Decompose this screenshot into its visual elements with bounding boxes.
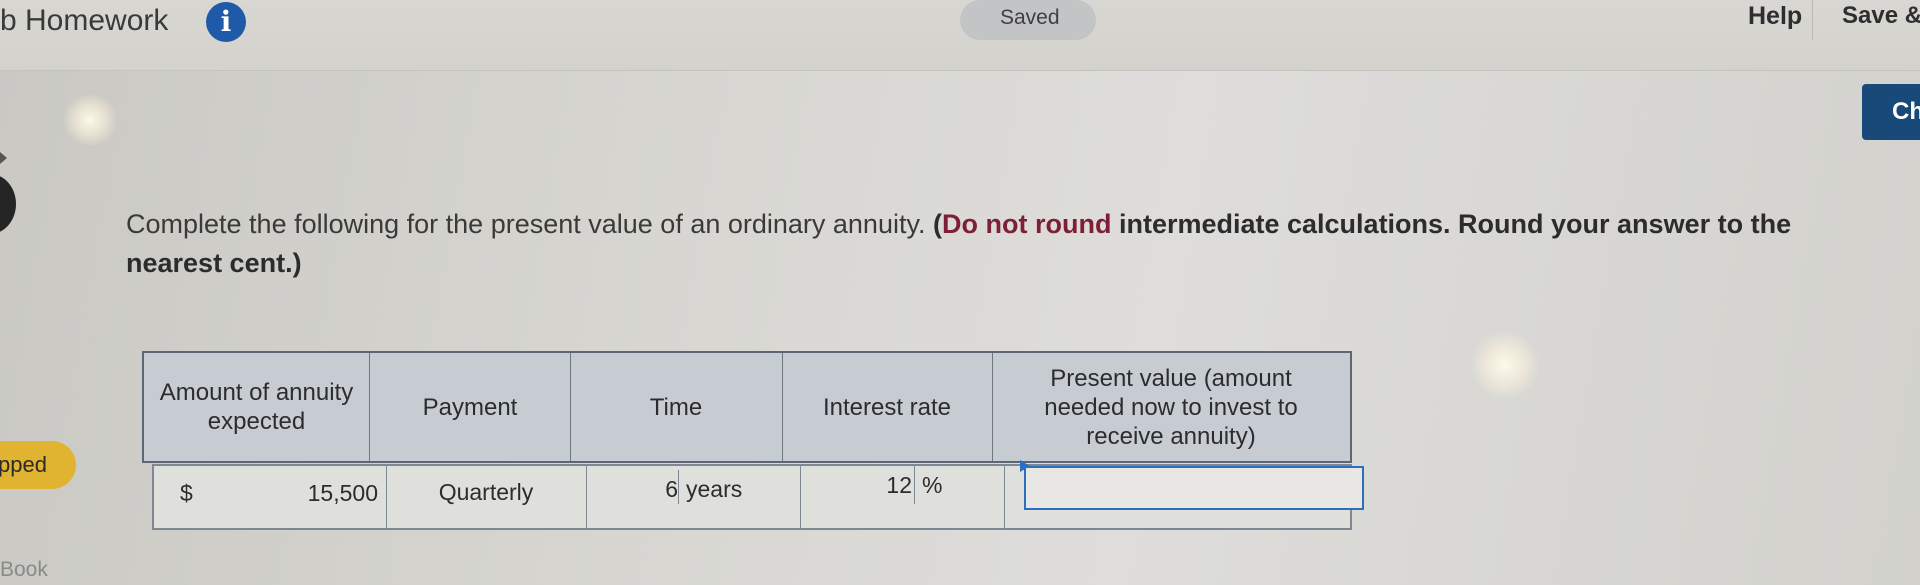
payment-value: Quarterly — [438, 479, 534, 505]
payment-cell: Quarterly — [386, 466, 587, 528]
header-payment: Payment — [370, 353, 571, 461]
info-icon[interactable]: i — [206, 2, 246, 42]
table-row: $ 15,500 Quarterly 6 years 12 % — [152, 460, 1364, 530]
time-unit: years — [686, 476, 743, 502]
question-text: Complete the following for the present v… — [126, 205, 1886, 283]
ebook-link[interactable]: Book — [0, 558, 48, 582]
currency-symbol: $ — [180, 480, 193, 506]
instruction-do-not-round: Do not round — [941, 209, 1112, 239]
header-present-value: Present value (amount needed now to inve… — [1044, 364, 1298, 450]
help-button[interactable]: Help — [1748, 2, 1802, 31]
screen-glare — [1470, 330, 1540, 400]
present-value-input[interactable] — [1024, 466, 1364, 510]
saved-status-badge: Saved — [960, 0, 1096, 40]
table-header-row: Amount of annuity expected Payment Time … — [142, 351, 1352, 463]
toolbar-divider — [1812, 0, 1813, 40]
save-exit-button[interactable]: Save & — [1842, 2, 1920, 30]
amount-cell: $ 15,500 — [154, 466, 387, 528]
check-my-work-button[interactable]: Ch — [1862, 84, 1920, 140]
rate-value: 12 — [886, 472, 912, 498]
time-separator — [678, 470, 679, 504]
progress-circle-icon[interactable] — [0, 174, 16, 234]
chevron-right-icon — [0, 152, 7, 164]
rate-cell: 12 % — [800, 466, 1005, 528]
question-prompt: Complete the following for the present v… — [126, 209, 926, 239]
top-bar: b Homework i Saved Help Save & — [0, 0, 1920, 71]
dropped-tab[interactable]: pped — [0, 441, 76, 489]
screen-glare — [60, 95, 120, 145]
time-cell: 6 years — [586, 466, 801, 528]
header-amount-expected: Amount of annuity expected — [144, 353, 370, 461]
amount-value: 15,500 — [307, 480, 378, 506]
header-time: Time — [570, 353, 783, 461]
rate-unit: % — [922, 472, 943, 498]
header-interest-rate: Interest rate — [782, 353, 993, 461]
instruction-open: ( — [932, 209, 942, 239]
annuity-table: Amount of annuity expected Payment Time … — [138, 331, 1364, 530]
assignment-title: b Homework — [0, 4, 169, 37]
time-value: 6 — [665, 476, 678, 502]
rate-separator — [914, 466, 915, 504]
